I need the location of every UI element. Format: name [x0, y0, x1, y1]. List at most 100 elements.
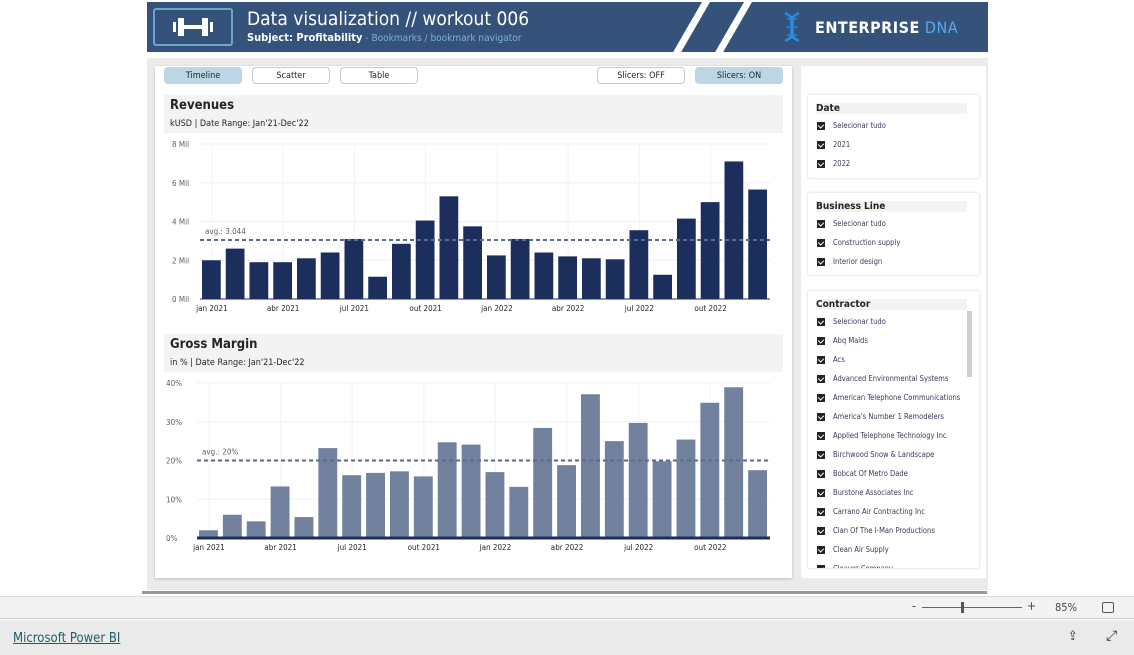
dumbbell-icon — [153, 8, 233, 46]
slicer-item[interactable]: Abq Maids — [808, 331, 979, 350]
checkbox-checked-icon[interactable] — [817, 564, 825, 568]
checkbox-checked-icon[interactable] — [817, 412, 825, 421]
bar-2022-07 — [628, 422, 648, 538]
checkbox-checked-icon[interactable] — [817, 507, 825, 516]
slicer-item-label: Selecionar tudo — [833, 317, 886, 326]
slicer-item-label: American Telephone Communications — [833, 393, 961, 402]
slicer-item[interactable]: 2022 — [808, 154, 979, 173]
checkbox-checked-icon[interactable] — [817, 374, 825, 383]
power-bi-link[interactable]: Microsoft Power BI — [13, 631, 120, 646]
slicer-item-label: America's Number 1 Remodelers — [833, 412, 944, 421]
average-label: avg.: 3.044 — [205, 227, 246, 236]
bookmark-table-button[interactable]: Table — [340, 67, 418, 84]
slicer-item[interactable]: Applied Telephone Technology Inc — [808, 426, 979, 445]
slicer-item[interactable]: Bobcat Of Metro Dade — [808, 464, 979, 483]
bar-2022-06 — [604, 441, 624, 538]
x-tick-label: jul 2022 — [624, 304, 654, 313]
bar-2022-07 — [629, 230, 649, 299]
checkbox-checked-icon[interactable] — [817, 355, 825, 364]
slicer-item[interactable]: Clan Of The I-Man Productions — [808, 521, 979, 540]
slicer-item[interactable]: Birchwood Snow & Landscape — [808, 445, 979, 464]
bar-2022-06 — [605, 259, 625, 299]
slicer-item-label: Acs — [833, 355, 845, 364]
slicer-item[interactable]: Burstone Associates Inc — [808, 483, 979, 502]
x-tick-label: abr 2021 — [267, 304, 300, 313]
gross-margin-header: Gross Margin in % | Date Range: Jan'21-D… — [164, 334, 783, 372]
y-tick-label: 4 Mil — [172, 218, 189, 227]
slicer-item[interactable]: American Telephone Communications — [808, 388, 979, 407]
y-tick-label: 0 Mil — [172, 295, 189, 304]
checkbox-checked-icon[interactable] — [817, 238, 825, 247]
zoom-slider-handle[interactable] — [961, 602, 964, 613]
y-tick-label: 0% — [166, 534, 178, 543]
slicer-item[interactable]: Acs — [808, 350, 979, 369]
slicer-item[interactable]: America's Number 1 Remodelers — [808, 407, 979, 426]
slicer-item-label: Cleaver Company — [833, 564, 894, 569]
bar-2022-10 — [700, 202, 720, 299]
checkbox-checked-icon[interactable] — [817, 450, 825, 459]
x-tick-label: jul 2022 — [623, 543, 653, 552]
bookmark-scatter-button[interactable]: Scatter — [252, 67, 330, 84]
slicer-item-label: 2022 — [833, 159, 851, 168]
slicer-item[interactable]: Selecionar tudo — [808, 214, 979, 233]
checkbox-checked-icon[interactable] — [817, 431, 825, 440]
checkbox-checked-icon[interactable] — [817, 393, 825, 402]
revenues-subtitle: kUSD | Date Range: Jan'21-Dec'22 — [170, 119, 309, 129]
bar-2022-05 — [582, 258, 601, 299]
bar-2021-05 — [294, 517, 314, 538]
x-tick-label: out 2022 — [694, 304, 726, 313]
contractor-scrollbar[interactable] — [967, 311, 972, 377]
slicer-item[interactable]: Cleaver Company — [808, 559, 979, 569]
slicer-item[interactable]: Construction supply — [808, 233, 979, 252]
slicer-item[interactable]: Selecionar tudo — [808, 312, 979, 331]
date-slicer-title: Date — [816, 103, 967, 114]
contractor-slicer-title: Contractor — [816, 299, 967, 310]
fit-to-page-icon[interactable] — [1102, 602, 1114, 613]
checkbox-checked-icon[interactable] — [817, 121, 825, 130]
checkbox-checked-icon[interactable] — [817, 159, 825, 168]
share-icon[interactable]: ⇪ — [1068, 629, 1078, 644]
bar-2022-03 — [534, 252, 554, 299]
slicers-on-button[interactable]: Slicers: ON — [695, 67, 783, 84]
checkbox-checked-icon[interactable] — [817, 336, 825, 345]
slicer-item-label: Abq Maids — [833, 336, 868, 345]
bar-2021-06 — [320, 252, 340, 299]
zoom-in-button[interactable]: + — [1027, 599, 1036, 613]
slicer-item[interactable]: Clean Air Supply — [808, 540, 979, 559]
zoom-out-button[interactable]: - — [912, 599, 916, 613]
fullscreen-icon[interactable]: ⤢ — [1106, 628, 1117, 644]
slicer-item-label: Selecionar tudo — [833, 121, 886, 130]
checkbox-checked-icon[interactable] — [817, 219, 825, 228]
checkbox-checked-icon[interactable] — [817, 257, 825, 266]
slicer-item[interactable]: Advanced Environmental Systems — [808, 369, 979, 388]
checkbox-checked-icon[interactable] — [817, 545, 825, 554]
gross-margin-chart[interactable]: 0% 10% 20% 30% 40% jan 2021 abr 2021 jul 2021 ou… — [160, 373, 780, 558]
slicer-item[interactable]: Selecionar tudo — [808, 116, 979, 135]
x-tick-label: out 2021 — [408, 543, 440, 552]
checkbox-checked-icon[interactable] — [817, 317, 825, 326]
slicer-item[interactable]: Interior design — [808, 252, 979, 271]
slicer-item[interactable]: 2021 — [808, 135, 979, 154]
slicer-item-label: Selecionar tudo — [833, 219, 886, 228]
y-tick-label: 10% — [166, 495, 182, 504]
zoom-slider[interactable] — [922, 607, 1022, 608]
gross-margin-subtitle: in % | Date Range: Jan'21-Dec'22 — [170, 358, 305, 368]
slicers-off-button[interactable]: Slicers: OFF — [597, 67, 685, 84]
slicer-item[interactable]: Carrano Air Contracting Inc — [808, 502, 979, 521]
checkbox-checked-icon[interactable] — [817, 469, 825, 478]
x-tick-label: jan 2022 — [480, 304, 513, 313]
bar-2022-04 — [558, 256, 577, 299]
revenues-chart[interactable]: 0 Mil 2 Mil 4 Mil 6 Mil 8 Mil jan 2021 abr 202… — [160, 135, 780, 320]
bar-2022-01 — [487, 255, 506, 299]
checkbox-checked-icon[interactable] — [817, 488, 825, 497]
checkbox-checked-icon[interactable] — [817, 140, 825, 149]
x-tick-label: jan 2021 — [192, 543, 225, 552]
y-tick-label: 6 Mil — [172, 179, 189, 188]
canvas-scrollbar[interactable] — [142, 591, 987, 594]
gross-margin-title: Gross Margin — [170, 337, 258, 352]
header-stripe — [711, 2, 755, 52]
header-stripe — [669, 2, 713, 52]
bar-2022-12 — [748, 189, 767, 299]
bookmark-timeline-button[interactable]: Timeline — [164, 67, 242, 84]
checkbox-checked-icon[interactable] — [817, 526, 825, 535]
